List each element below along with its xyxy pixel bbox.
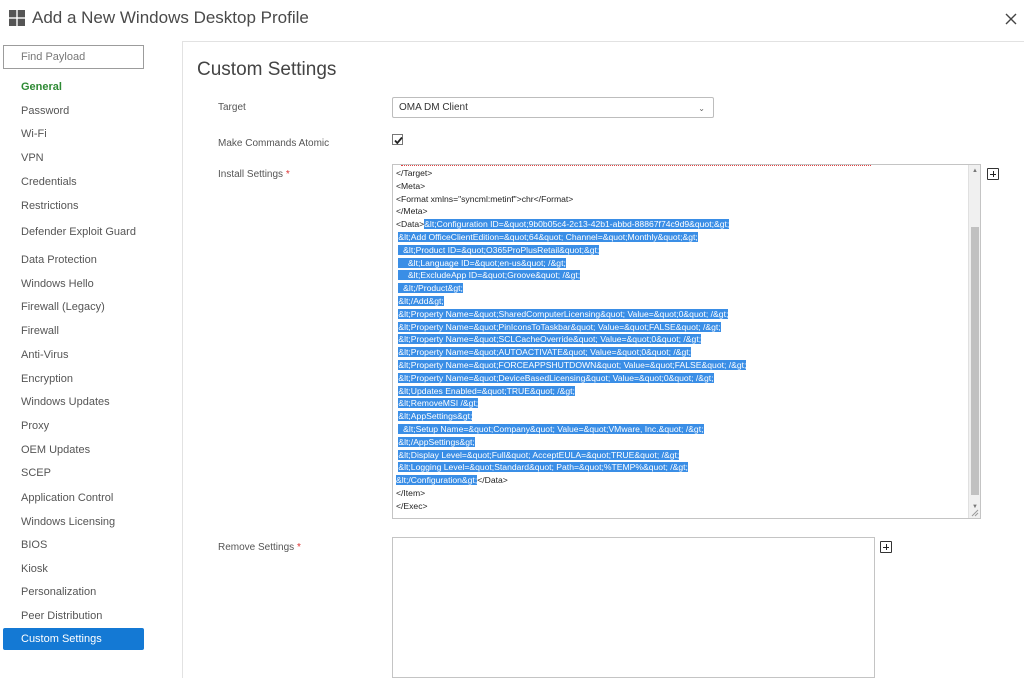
sidebar-item-proxy[interactable]: Proxy [3, 415, 144, 437]
sidebar-item-restrictions[interactable]: Restrictions [3, 195, 144, 217]
code-line: &lt;AppSettings&gt; [398, 411, 473, 422]
checkmark-icon [394, 136, 403, 145]
sidebar-item-vpn[interactable]: VPN [3, 147, 144, 169]
sidebar-item-bios[interactable]: BIOS [3, 534, 144, 556]
target-select-value: OMA DM Client [399, 102, 468, 113]
install-settings-label: Install Settings * [218, 169, 290, 180]
code-line: </Target> [396, 168, 433, 178]
code-line: &lt;/Add&gt; [398, 295, 444, 306]
target-select[interactable]: OMA DM Client ⌄ [392, 97, 714, 118]
code-line: &lt;Product ID=&quot;O365ProPlusRetail&q… [396, 244, 746, 257]
code-line: &lt;Display Level=&quot;Full&quot; Accep… [398, 449, 680, 460]
windows-logo-icon [9, 10, 25, 26]
code-line: &lt;Add OfficeClientEdition=&quot;64&quo… [398, 231, 698, 242]
scroll-up-icon[interactable]: ▲ [972, 168, 978, 174]
install-settings-textarea[interactable]: </Target> <Meta> <Format xmlns="syncml:met… [392, 164, 981, 519]
resize-handle-icon[interactable] [971, 509, 979, 517]
install-settings-code: </Target> <Meta> <Format xmlns="syncml:met… [396, 167, 747, 513]
code-line: &lt;RemoveMSI /&gt; [398, 398, 479, 409]
sidebar-item-windows-licensing[interactable]: Windows Licensing [3, 511, 144, 533]
title-bar: Add a New Windows Desktop Profile [0, 0, 1024, 38]
textarea-scrollbar[interactable]: ▲ ▼ [968, 165, 980, 518]
code-line: </Item> [396, 487, 426, 498]
find-payload-input[interactable] [3, 45, 144, 69]
code-line: <Format xmlns="syncml:metinf">chr</Forma… [396, 193, 574, 204]
sidebar-item-scep[interactable]: SCEP [3, 462, 144, 484]
sidebar-item-credentials[interactable]: Credentials [3, 171, 144, 193]
sidebar-item-application-control[interactable]: Application Control [3, 487, 144, 509]
required-mark: * [285, 169, 290, 180]
code-line: <Data>&lt;Configuration ID=&quot;9b0b05c… [396, 219, 730, 230]
required-mark: * [296, 542, 301, 553]
add-install-setting-button[interactable] [987, 168, 999, 180]
sidebar-item-kiosk[interactable]: Kiosk [3, 558, 144, 580]
close-icon[interactable] [1004, 12, 1018, 26]
sidebar-item-windows-updates[interactable]: Windows Updates [3, 391, 144, 413]
code-line: &lt;Property Name=&quot;SharedComputerLi… [398, 308, 729, 319]
sidebar-item-encryption[interactable]: Encryption [3, 368, 144, 390]
code-line: &lt;/AppSettings&gt; [398, 436, 475, 447]
sidebar-item-firewall-legacy[interactable]: Firewall (Legacy) [3, 296, 144, 318]
sidebar-item-password[interactable]: Password [3, 100, 144, 122]
sidebar-item-firewall[interactable]: Firewall [3, 320, 144, 342]
sidebar-item-windows-hello[interactable]: Windows Hello [3, 273, 144, 295]
code-line: &lt;Property Name=&quot;FORCEAPPSHUTDOWN… [398, 359, 747, 370]
code-line: &lt;Property Name=&quot;SCLCacheOverride… [398, 334, 702, 345]
code-line: &lt;Updates Enabled=&quot;TRUE&quot; /&g… [398, 385, 575, 396]
code-line: &lt;ExcludeApp ID=&quot;Groove&quot; /&g… [396, 269, 746, 282]
sidebar-item-custom-settings[interactable]: Custom Settings [3, 628, 144, 650]
code-line: &lt;Property Name=&quot;PinIconsToTaskba… [398, 321, 721, 332]
code-line: &lt;Property Name=&quot;AUTOACTIVATE&quo… [398, 347, 692, 358]
sidebar-item-data-protection[interactable]: Data Protection [3, 249, 144, 271]
code-line: &lt;Logging Level=&quot;Standard&quot; P… [398, 462, 688, 473]
payload-sidebar: GeneralPasswordWi-FiVPNCredentialsRestri… [0, 38, 168, 678]
code-line: &lt;/Product&gt; [396, 282, 746, 295]
code-line: &lt;Property Name=&quot;DeviceBasedLicen… [398, 372, 714, 383]
code-line: </Meta> [396, 206, 428, 217]
sidebar-item-wi-fi[interactable]: Wi-Fi [3, 123, 144, 145]
target-label: Target [218, 102, 246, 113]
page-title: Custom Settings [197, 59, 337, 80]
sidebar-item-defender-exploit-guard[interactable]: Defender Exploit Guard [3, 219, 144, 245]
chevron-down-icon: ⌄ [698, 104, 705, 113]
scroll-thumb[interactable] [971, 227, 979, 495]
add-remove-setting-button[interactable] [880, 541, 892, 553]
code-line: <Meta> [396, 180, 426, 191]
code-line: &lt;Language ID=&quot;en-us&quot; /&gt; [396, 257, 746, 270]
remove-settings-textarea[interactable] [392, 537, 875, 678]
sidebar-item-anti-virus[interactable]: Anti-Virus [3, 344, 144, 366]
sidebar-item-peer-distribution[interactable]: Peer Distribution [3, 605, 144, 627]
remove-settings-label: Remove Settings * [218, 542, 301, 553]
window-title: Add a New Windows Desktop Profile [32, 8, 309, 27]
code-line: </Exec> [396, 500, 428, 511]
sidebar-item-general[interactable]: General [3, 76, 144, 98]
sidebar-item-oem-updates[interactable]: OEM Updates [3, 439, 144, 461]
atomic-checkbox[interactable] [392, 134, 403, 145]
code-line: &lt;/Configuration&gt;</Data> [396, 475, 508, 486]
sidebar-item-personalization[interactable]: Personalization [3, 581, 144, 603]
atomic-label: Make Commands Atomic [218, 138, 330, 149]
code-line: &lt;Setup Name=&quot;Company&quot; Value… [396, 423, 746, 436]
